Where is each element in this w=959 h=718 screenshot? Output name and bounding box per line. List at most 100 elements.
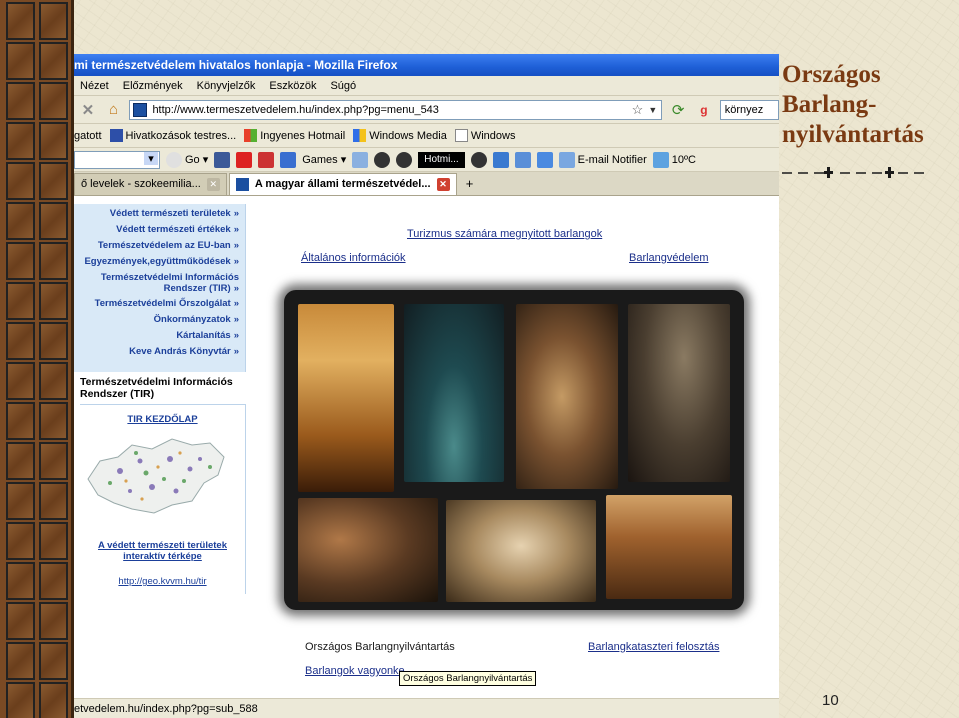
decorative-tile bbox=[39, 282, 68, 320]
sidebar-item-municipalities[interactable]: Önkormányzatok» bbox=[74, 312, 239, 328]
link-cave-protection[interactable]: Barlangvédelem bbox=[629, 252, 709, 264]
media-play-icon[interactable] bbox=[396, 151, 413, 168]
slide-title-line-1: Országos bbox=[782, 61, 881, 88]
site-favicon-icon bbox=[133, 102, 148, 117]
link-cave-assets[interactable]: Barlangok vagyonke bbox=[305, 665, 405, 677]
bookmark-3[interactable]: Ingyenes Hotmail bbox=[244, 129, 345, 142]
page-content: Védett természeti területek» Védett term… bbox=[74, 204, 779, 688]
sidebar-item-compensation[interactable]: Kártalanítás» bbox=[74, 328, 239, 344]
slide-title-line-3: nyilvántartás bbox=[782, 121, 924, 148]
cave-photo-4[interactable] bbox=[628, 304, 730, 482]
email-notifier-button[interactable]: E-mail Notifier bbox=[558, 151, 647, 168]
toolbar-search-combo[interactable] bbox=[74, 150, 160, 169]
weather-widget[interactable]: 10ºC bbox=[652, 151, 696, 168]
calendar-icon[interactable] bbox=[514, 151, 531, 168]
slide-title: Országos Barlang- nyilvántartás bbox=[782, 60, 957, 150]
cave-photo-1[interactable] bbox=[298, 304, 394, 492]
mail-icon[interactable] bbox=[258, 151, 275, 168]
decorative-tile bbox=[39, 522, 68, 560]
decorative-tile bbox=[6, 562, 35, 600]
sidebar-item-agreements[interactable]: Egyezmények,együttműködések» bbox=[74, 254, 239, 270]
sidebar-item-protected-values[interactable]: Védett természeti értékek» bbox=[74, 222, 239, 238]
navigation-toolbar: ✕ ⌂ http://www.termeszetvedelem.hu/index… bbox=[74, 96, 779, 124]
cave-photo-6[interactable] bbox=[446, 500, 596, 602]
decorative-tile bbox=[39, 202, 68, 240]
bookmark-1[interactable]: gatott bbox=[74, 130, 102, 142]
games-button[interactable]: Games ▾ bbox=[302, 153, 346, 167]
decorative-tile bbox=[6, 82, 35, 120]
link-tourist-caves[interactable]: Turizmus számára megnyitott barlangok bbox=[407, 228, 602, 240]
menu-history[interactable]: Előzmények bbox=[123, 76, 183, 95]
go-button[interactable]: Go ▾ bbox=[166, 151, 208, 168]
bookmarks-toolbar: gatott Hivatkozások testres... Ingyenes … bbox=[74, 124, 779, 148]
sidebar-item-library[interactable]: Keve András Könyvtár» bbox=[74, 344, 239, 360]
media-stop-icon[interactable] bbox=[470, 151, 487, 168]
decorative-tile bbox=[6, 122, 35, 160]
decorative-tile bbox=[39, 682, 68, 718]
weather-app-icon[interactable] bbox=[492, 151, 509, 168]
cave-photo-7[interactable] bbox=[606, 495, 732, 599]
tir-box: TIR KEZDŐLAP A védett természeti terület… bbox=[80, 404, 246, 594]
search-input[interactable]: környez bbox=[719, 99, 779, 120]
sidebar-item-rangers[interactable]: Természetvédelmi Őrszolgálat» bbox=[74, 296, 239, 312]
decorative-tile bbox=[39, 82, 68, 120]
tir-home-link[interactable]: TIR KEZDŐLAP bbox=[80, 414, 245, 425]
facebook-icon[interactable] bbox=[214, 151, 231, 168]
menu-view[interactable]: Nézet bbox=[80, 76, 109, 95]
youtube-icon[interactable] bbox=[236, 151, 253, 168]
home-icon[interactable]: ⌂ bbox=[104, 100, 124, 120]
url-input[interactable]: http://www.termeszetvedelem.hu/index.php… bbox=[129, 99, 663, 120]
decorative-tile bbox=[39, 442, 68, 480]
bookmark-5[interactable]: Windows bbox=[454, 129, 515, 142]
interactive-map-link[interactable]: A védett természeti területek interaktív … bbox=[80, 540, 245, 562]
decorative-tile bbox=[6, 2, 35, 40]
envelope-icon bbox=[558, 151, 575, 168]
status-bar: etvedelem.hu/index.php?pg=sub_588 bbox=[74, 698, 779, 718]
messenger-icon[interactable] bbox=[352, 151, 369, 168]
decorative-tile bbox=[6, 162, 35, 200]
decorative-tile bbox=[6, 322, 35, 360]
bookmark-star-icon[interactable]: ☆ bbox=[632, 101, 644, 119]
menu-bookmarks[interactable]: Könyvjelzők bbox=[197, 76, 256, 95]
tab-termeszetvedelem[interactable]: A magyar állami természetvédel... ✕ bbox=[228, 173, 457, 195]
sidebar-item-eu[interactable]: Természetvédelem az EU-ban» bbox=[74, 238, 239, 254]
tab-webmail[interactable]: ő levelek - szokeemilia... ✕ bbox=[74, 173, 227, 195]
bookmark-4[interactable]: Windows Media bbox=[353, 129, 447, 142]
sidebar-item-protected-areas[interactable]: Védett természeti területek» bbox=[74, 206, 239, 222]
sidebar: Védett természeti területek» Védett term… bbox=[74, 204, 246, 688]
close-icon[interactable]: ✕ bbox=[206, 178, 220, 191]
cave-photo-5[interactable] bbox=[298, 498, 438, 602]
new-tab-button[interactable]: + bbox=[459, 173, 481, 195]
decorative-tile bbox=[39, 482, 68, 520]
windows-flag-icon bbox=[353, 129, 367, 142]
stop-icon[interactable]: ✕ bbox=[78, 100, 98, 120]
decorative-tile bbox=[39, 162, 68, 200]
link-cave-registry[interactable]: Országos Barlangnyilvántartás bbox=[305, 641, 455, 653]
hungary-map-icon[interactable] bbox=[80, 431, 230, 521]
bookmark-2[interactable]: Hivatkozások testres... bbox=[109, 129, 236, 142]
window-title: mi természetvédelem hivatalos honlapja -… bbox=[74, 54, 779, 76]
close-icon[interactable]: ✕ bbox=[436, 178, 450, 191]
browser-window: mi természetvédelem hivatalos honlapja -… bbox=[74, 54, 779, 718]
decorative-tile bbox=[39, 42, 68, 80]
sidebar-item-tir[interactable]: Természetvédelmi Információs Rendszer (TI… bbox=[74, 270, 239, 296]
tir-url-link[interactable]: http://geo.kvvm.hu/tir bbox=[80, 576, 245, 587]
cave-photo-3[interactable] bbox=[516, 304, 618, 489]
decorative-tile bbox=[6, 282, 35, 320]
refresh-icon[interactable]: ⟳ bbox=[668, 100, 688, 120]
addon-toolbar: Go▾ Games▾ Hotmi... E-mail Notifier 10ºC bbox=[74, 148, 779, 172]
menu-tools[interactable]: Eszközök bbox=[269, 76, 316, 95]
media-back-icon[interactable] bbox=[374, 151, 391, 168]
link-cave-cadastre[interactable]: Barlangkataszteri felosztás bbox=[588, 641, 719, 653]
decorative-tile bbox=[6, 362, 35, 400]
hotmail-widget[interactable]: Hotmi... bbox=[418, 151, 465, 168]
slide-title-line-2: Barlang- bbox=[782, 91, 877, 118]
home-page-icon[interactable] bbox=[536, 151, 553, 168]
tir-heading: Természetvédelmi Információs Rendszer (T… bbox=[80, 376, 233, 400]
cave-photo-2[interactable] bbox=[404, 304, 504, 482]
google-search-icon[interactable]: g bbox=[694, 100, 714, 120]
url-dropdown-icon[interactable]: ▼ bbox=[648, 101, 657, 119]
download-icon[interactable] bbox=[280, 151, 297, 168]
link-general-info[interactable]: Általános információk bbox=[301, 252, 406, 264]
menu-help[interactable]: Súgó bbox=[330, 76, 356, 95]
